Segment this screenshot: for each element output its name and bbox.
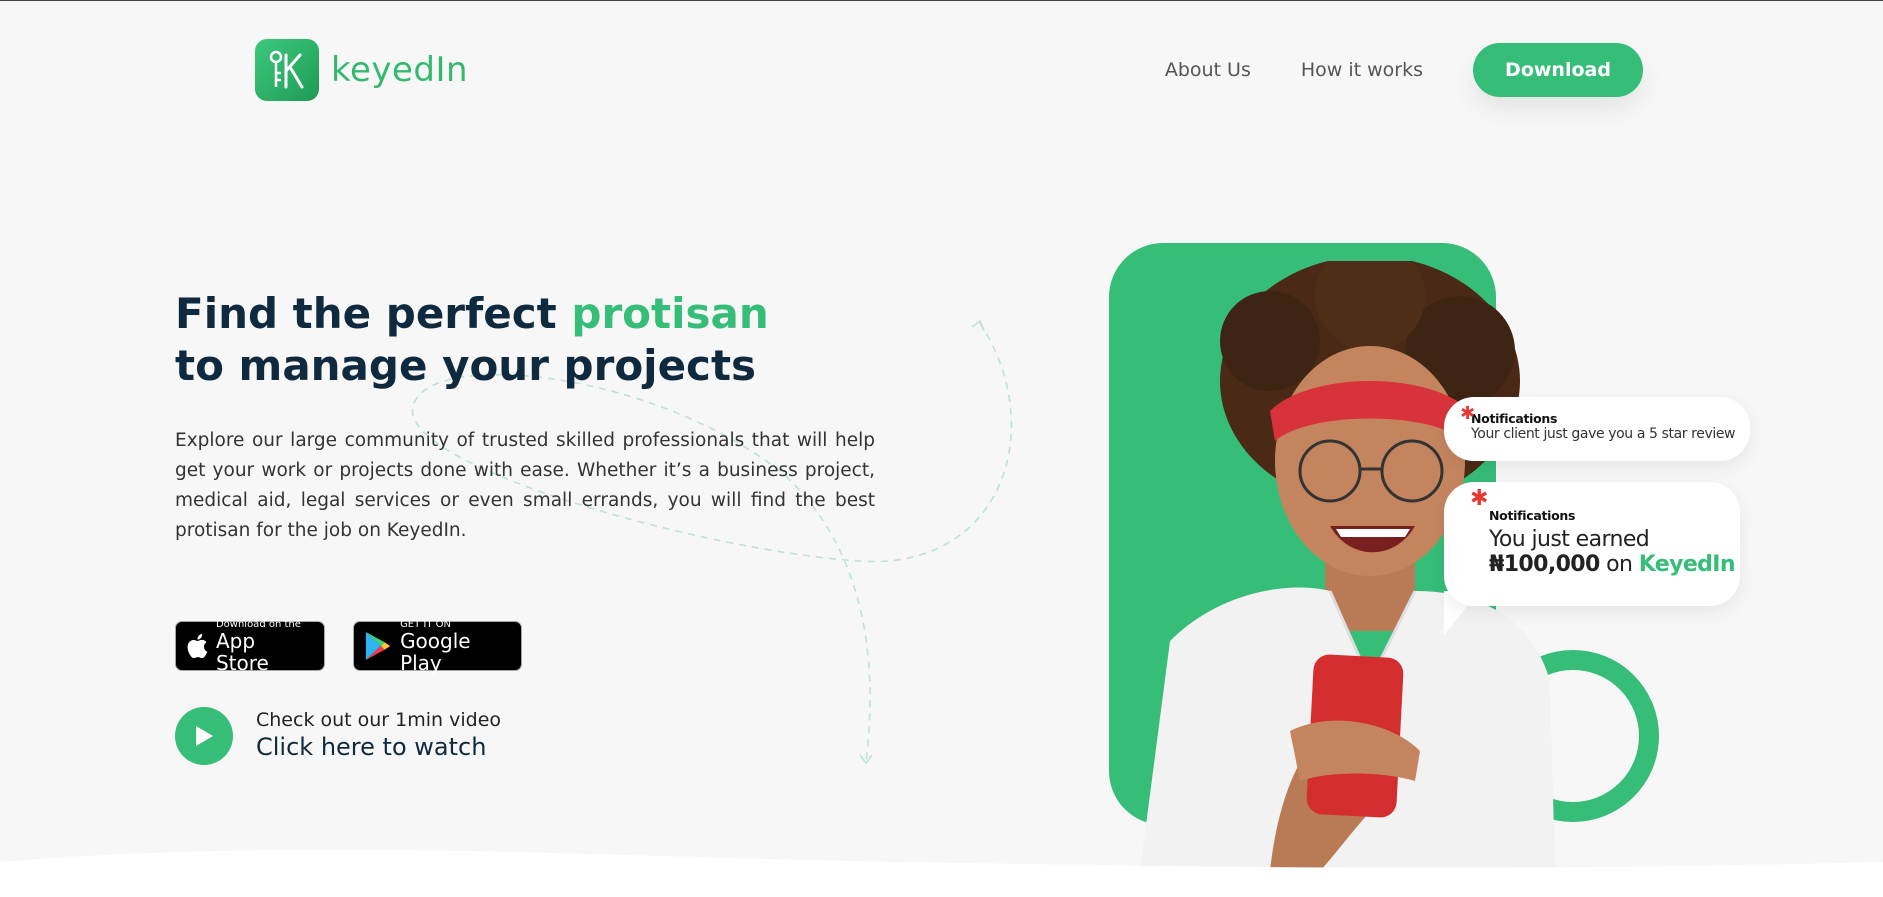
google-play-small-text: GET IT ON [400,618,452,630]
hero-description: Explore our large community of trusted s… [175,430,875,541]
earnings-brand: KeyedIn [1638,552,1736,577]
play-icon [196,726,213,746]
app-store-badge[interactable]: Download on the App Store [175,618,325,675]
hero-title-accent: protisan [571,289,769,338]
nav-about-us[interactable]: About Us [1165,59,1251,81]
notification-title: Notifications [1489,508,1576,523]
app-store-small-text: Download on the [215,618,301,630]
brand-logo[interactable]: keyedIn [255,39,468,101]
key-logo-icon [255,39,319,101]
review-notification-card: ✱ Notifications Your client just gave yo… [1444,397,1750,461]
nav-how-it-works[interactable]: How it works [1301,59,1423,81]
earnings-amount: ₦100,000 [1489,552,1600,577]
bottom-wave-decoration [0,849,1883,897]
earnings-on: on [1599,552,1639,577]
google-play-badge[interactable]: GET IT ON Google Play [353,618,522,675]
download-button[interactable]: Download [1473,43,1643,97]
video-subtitle: Check out our 1min video [256,709,502,731]
landing-page: keyedIn About Us How it works Download F… [0,1,1883,897]
asterisk-icon: ✱ [1470,486,1489,511]
google-play-big-text: Google Play [400,628,471,675]
google-play-icon [365,631,391,661]
watch-video-link[interactable]: Click here to watch [256,733,486,761]
play-video-button[interactable] [175,707,233,765]
notification-text: Your client just gave you a 5 star revie… [1471,426,1736,442]
top-nav: About Us How it works Download [1165,43,1643,97]
brand-name: keyedIn [331,50,469,90]
earnings-notification-card: ✱ Notifications You just earned ₦100,000… [1444,482,1740,606]
hero-title: Find the perfect protisan to manage your… [175,288,769,392]
earnings-text: You just earned [1489,527,1650,552]
earnings-amount-line: ₦100,000 on KeyedIn [1489,552,1740,577]
app-store-big-text: App Store [215,628,269,675]
hero-title-part1: Find the perfect [175,289,572,338]
notification-title: Notifications [1471,411,1558,426]
hero-title-part2: to manage your projects [175,341,757,390]
asterisk-icon: ✱ [1460,403,1476,424]
apple-icon [187,634,208,659]
